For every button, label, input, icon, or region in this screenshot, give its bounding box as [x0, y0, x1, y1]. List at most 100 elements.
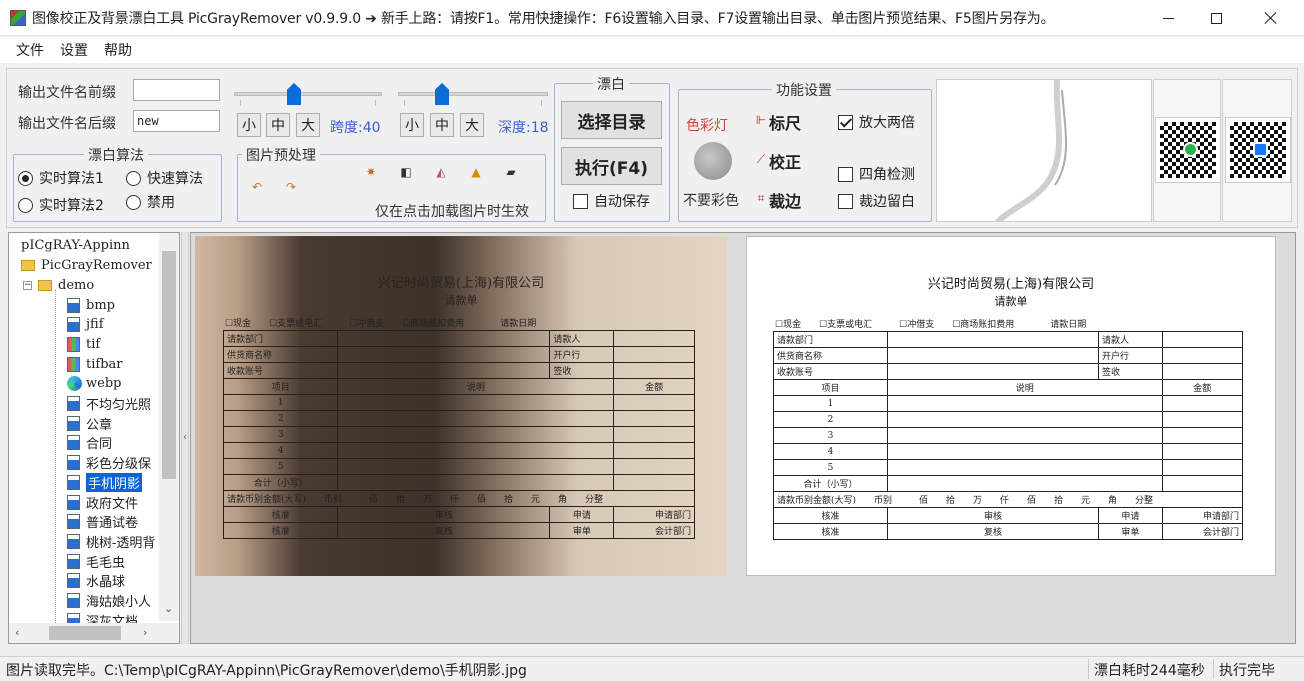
doc-row: 1 — [773, 395, 1244, 412]
tree-item[interactable]: bmp — [67, 295, 115, 315]
doc-cell: 请款币别金额(大写) 币别 佰 拾 万 仟 佰 拾 元 角 分整 — [773, 491, 1243, 508]
tree-item[interactable]: tifbar — [67, 354, 122, 374]
collapse-icon[interactable]: − — [23, 280, 32, 290]
ruler-icon: ⊩ — [755, 113, 767, 127]
tree-item[interactable]: 桃树-透明背 — [67, 531, 155, 551]
doc-cell — [886, 347, 1100, 364]
menu-settings[interactable]: 设置 — [52, 40, 96, 60]
image-file-icon — [67, 317, 80, 333]
depth-slider-track[interactable] — [398, 92, 548, 96]
doc-cell: 会计部门 — [613, 522, 695, 539]
checkbox-label: 自动保存 — [594, 194, 650, 210]
contrast-icon[interactable]: ◧ — [399, 165, 413, 179]
tree-folder-demo[interactable]: − demo — [23, 275, 94, 295]
tree-item[interactable]: tif — [67, 334, 100, 354]
menu-file[interactable]: 文件 — [0, 40, 52, 60]
radio-realtime-2[interactable]: 实时算法2 — [18, 195, 104, 215]
tree-label: 不均匀光照 — [86, 398, 152, 413]
zoom-2x-checkbox[interactable]: 放大两倍 — [838, 112, 915, 132]
status-bar: 图片读取完毕。C:\Temp\pICgRAY-Appinn\PicGrayRem… — [0, 656, 1304, 681]
tree-item[interactable]: 不均匀光照 — [67, 394, 151, 414]
image-file-icon — [67, 593, 80, 608]
crop-margin-checkbox[interactable]: 裁边留白 — [838, 191, 915, 211]
radio-disabled[interactable]: 禁用 — [126, 192, 175, 212]
tree-item[interactable]: 公章 — [67, 413, 112, 433]
span-medium-button[interactable]: 中 — [266, 113, 290, 137]
maximize-button[interactable] — [1193, 0, 1239, 36]
processed-image[interactable]: 兴记时尚贸易(上海)有限公司 请款单 ☐现金 ☐支票或电汇 ☐冲借支 ☐商场账扣… — [746, 236, 1276, 576]
close-button[interactable] — [1248, 0, 1294, 36]
radio-realtime-1[interactable]: 实时算法1 — [18, 168, 104, 188]
suffix-input[interactable]: new — [133, 110, 220, 132]
doc-cell — [613, 458, 695, 475]
doc-cell — [613, 410, 695, 427]
span-value-label: 跨度:40 — [330, 120, 381, 136]
tree-item[interactable]: webp — [67, 374, 121, 394]
tree-item[interactable]: 水晶球 — [67, 571, 125, 591]
crop-button[interactable]: 裁边 — [769, 188, 801, 212]
close-icon — [1264, 11, 1278, 25]
tree-item[interactable]: 海姑娘小人 — [67, 591, 151, 611]
doc-row: 供货商名称 开户行 — [773, 347, 1244, 364]
doc-row: 合计（小写） — [222, 474, 695, 491]
span-slider-track[interactable] — [234, 92, 382, 96]
scroll-thumb[interactable] — [162, 251, 176, 479]
redo-icon[interactable]: ↷ — [284, 180, 298, 194]
tree-vertical-scrollbar[interactable]: ⌄ — [159, 233, 179, 621]
tree-horizontal-scrollbar[interactable]: ‹ › — [9, 623, 179, 643]
doc-row: 2 — [773, 411, 1244, 428]
span-small-button[interactable]: 小 — [237, 113, 261, 137]
brightness-icon[interactable]: ✷ — [364, 165, 378, 179]
doc-cell: 审核 — [886, 507, 1100, 524]
folder-icon — [38, 279, 52, 291]
correct-button[interactable]: 校正 — [769, 149, 801, 173]
scroll-left-icon[interactable]: ‹ — [15, 626, 19, 639]
radio-fast[interactable]: 快速算法 — [126, 168, 203, 188]
menu-help[interactable]: 帮助 — [96, 40, 140, 60]
doc-cell — [337, 394, 615, 411]
scroll-thumb[interactable] — [49, 626, 121, 640]
corner-detect-checkbox[interactable]: 四角检测 — [838, 164, 915, 184]
depth-large-button[interactable]: 大 — [460, 113, 484, 137]
depth-small-button[interactable]: 小 — [400, 113, 424, 137]
doc-cell: 合计（小写） — [773, 475, 888, 492]
doc-cell — [887, 427, 1163, 444]
triangle-icon[interactable]: ▲ — [469, 165, 483, 179]
auto-save-checkbox[interactable]: 自动保存 — [573, 191, 650, 211]
qr-panel-right — [1222, 79, 1292, 222]
doc-cell — [1161, 427, 1244, 444]
doc-cell: 请款部门 — [773, 331, 888, 348]
original-image[interactable]: 兴记时尚贸易(上海)有限公司 请款单 ☐现金 ☐支票或电汇 ☐冲借支 ☐商场账扣… — [195, 236, 727, 576]
undo-icon[interactable]: ↶ — [250, 180, 264, 194]
prefix-input[interactable] — [133, 79, 220, 101]
eraser-icon[interactable]: ▰ — [504, 165, 518, 179]
panel-splitter[interactable]: ‹ — [181, 232, 189, 644]
ruler-button[interactable]: 标尺 — [769, 110, 801, 134]
doc-row: 请款部门 请款人 — [222, 330, 695, 347]
color-light-indicator[interactable] — [694, 142, 732, 180]
preview-thumbnail[interactable] — [936, 79, 1152, 222]
minimize-button[interactable] — [1145, 0, 1191, 36]
span-large-button[interactable]: 大 — [296, 113, 320, 137]
doc-cell — [1161, 475, 1244, 492]
doc-cell: 1 — [222, 394, 339, 411]
doc-form-table: 请款部门 请款人 供货商名称 开户行 收款账号 签收 项目 说明 金额 1 2 3 4 5 合计（小写） 请款… — [773, 331, 1244, 540]
scroll-down-icon[interactable]: ⌄ — [164, 602, 173, 615]
tree-folder-picgrayremover[interactable]: PicGrayRemover — [9, 255, 152, 275]
doc-row: 请款币别金额(大写) 币别 佰 拾 万 仟 佰 拾 元 角 分整 — [223, 490, 695, 507]
levels-icon[interactable]: ◭ — [434, 165, 448, 179]
tree-item[interactable]: jfif — [67, 315, 104, 335]
tree-item[interactable]: 手机阴影 — [67, 472, 143, 492]
depth-medium-button[interactable]: 中 — [430, 113, 454, 137]
doc-cell: 收款账号 — [222, 362, 339, 379]
tree-item[interactable]: 普通试卷 — [67, 512, 138, 532]
tree-item[interactable]: 合同 — [67, 433, 112, 453]
tree-item[interactable]: 彩色分级保 — [67, 453, 151, 473]
select-directory-button[interactable]: 选择目录 — [561, 101, 662, 139]
execute-button[interactable]: 执行(F4) — [561, 147, 662, 185]
tree-root[interactable]: pICgRAY-Appinn — [21, 235, 130, 255]
tree-item[interactable]: 政府文件 — [67, 492, 138, 512]
scroll-right-icon[interactable]: › — [143, 626, 147, 639]
doc-cell: 审单 — [1098, 523, 1163, 540]
tree-item[interactable]: 毛毛虫 — [67, 551, 125, 571]
